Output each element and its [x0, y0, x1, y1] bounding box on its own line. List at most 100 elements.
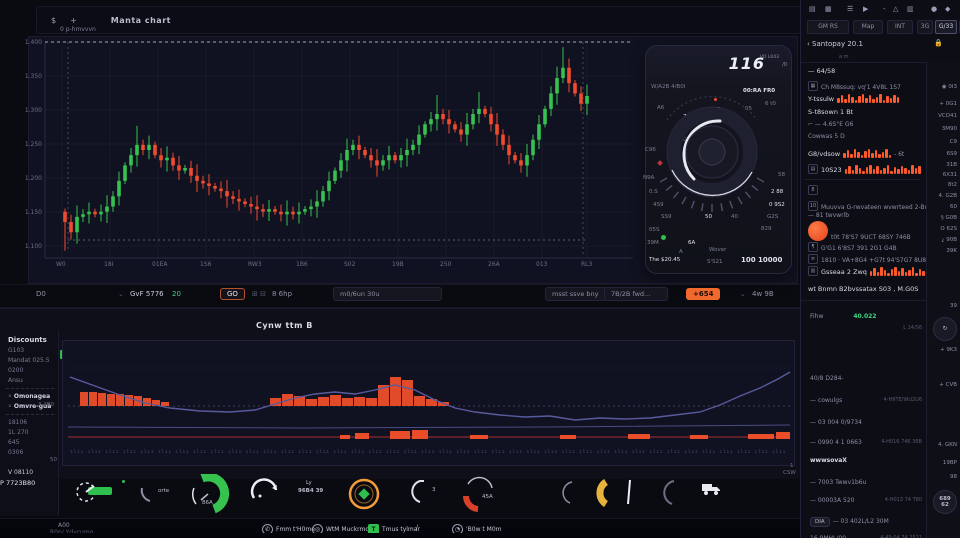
rail-item[interactable]: O 62S — [940, 226, 957, 232]
rail-item[interactable]: 8t2 — [948, 182, 957, 188]
sidebar-item-mandat-025-5[interactable]: Mandat 025.5 — [0, 354, 58, 364]
diamond-icon[interactable]: ◆ — [945, 5, 950, 13]
gauge-big-side: /0 — [782, 62, 787, 68]
order-row[interactable]: ▤10S23 — [808, 164, 921, 174]
bracket-gauge-icon[interactable]: 3 — [410, 474, 446, 514]
rail-item[interactable]: § G0B — [941, 215, 957, 221]
grid-icon[interactable]: ⊞ ⊟ — [252, 290, 266, 298]
rail-item[interactable]: ¿ 90B — [942, 237, 957, 243]
buy-button[interactable]: +654 — [686, 288, 720, 300]
panels-icon[interactable]: ▤ — [809, 5, 816, 13]
menu-icon[interactable]: ☰ — [847, 5, 853, 13]
position-row[interactable]: 40/8 D284- — [810, 375, 922, 382]
order-icon: 10 — [808, 201, 818, 211]
refresh-circle-icon[interactable]: ↻ — [933, 317, 957, 341]
sidebar-item-18106[interactable]: 18106 — [0, 416, 58, 426]
status-item[interactable]: / — [416, 524, 418, 531]
green-gauge-icon[interactable]: 86A — [188, 474, 232, 518]
order-row[interactable]: G8/vdsow- 6t — [808, 148, 904, 158]
order-row[interactable]: Cowwas 5 D — [808, 133, 845, 140]
position-row[interactable]: DIA— 03 402L/L2 30M — [810, 517, 922, 527]
dollar-icon[interactable]: $ — [51, 16, 56, 25]
thin-arc-icon[interactable] — [552, 474, 584, 514]
play-icon[interactable]: ▶ — [863, 5, 868, 13]
rail-item[interactable]: 4. G2B — [938, 193, 957, 199]
order-field-3[interactable]: 7B/2B fwd... — [604, 287, 668, 301]
lower-chart-plot[interactable] — [62, 340, 795, 466]
rail-item[interactable]: VCO41 — [938, 113, 957, 119]
order-row[interactable]: Y-tssulw — [808, 93, 899, 103]
position-row[interactable]: — 0990 4 1 06634-H016 746 36B — [810, 439, 922, 446]
arrow-gauge-icon[interactable] — [74, 474, 118, 514]
rail-item[interactable]: C9 — [950, 139, 957, 145]
rail-item[interactable]: 31B — [946, 162, 957, 168]
filter-button-map[interactable]: Map — [853, 20, 883, 34]
position-row[interactable]: — cowulgs4-H9TE/WU2U6 — [810, 397, 922, 404]
rail-item[interactable]: 4. GKN — [938, 442, 957, 448]
order-row[interactable]: wt Bnmn B2bvssatax S03 , M.G0S — [808, 285, 918, 293]
dia-chip[interactable]: DIA — [810, 517, 830, 527]
chevron-down-icon[interactable]: ⌄ — [740, 290, 746, 298]
dropdown-label[interactable]: 4w 9B — [752, 290, 774, 298]
rec-icon[interactable]: ● — [931, 5, 937, 13]
sidebar-item-g103[interactable]: G103 — [0, 344, 58, 354]
sidebar-item-1l-270[interactable]: 1L 270 — [0, 426, 58, 436]
order-row[interactable]: S-t8sown 1 Bt — [808, 108, 853, 116]
arc-gauge-icon[interactable]: orte — [136, 474, 172, 514]
position-row[interactable]: — 00003A 5204-H013 74 T80 — [810, 497, 922, 504]
rail-item[interactable]: 39K — [946, 248, 957, 254]
rail-item[interactable]: + 0G1 — [939, 101, 957, 107]
rail-item[interactable]: ◉ 0I3 — [942, 84, 957, 90]
filter-button-int[interactable]: INT — [887, 20, 913, 34]
order-field-2[interactable]: msst ssve bny — [545, 287, 607, 301]
order-row[interactable]: ⌐ — 4.6S°E G6 — [808, 121, 853, 128]
sidebar-item-0200[interactable]: 0200 — [0, 364, 58, 374]
rail-item[interactable]: + 9K3 — [940, 347, 957, 353]
sidebar-item-645[interactable]: 645 — [0, 436, 58, 446]
filter-button-3g[interactable]: 3G — [917, 20, 933, 34]
rail-item[interactable]: 19BP — [943, 460, 957, 466]
pair-label[interactable]: GvF 5776 — [130, 290, 164, 298]
rail-badge-circle[interactable]: 68962 — [933, 490, 957, 514]
order-row[interactable]: ▦Ch M8ssuq: vq'1 4V8L 1S7 — [808, 81, 901, 91]
gray-arc-icon[interactable] — [650, 474, 686, 514]
layers-icon[interactable]: ▥ — [907, 5, 914, 13]
rail-item[interactable]: 6S9 — [947, 151, 958, 157]
rail-item[interactable]: 3M90 — [942, 126, 957, 132]
rail-item[interactable]: 98 — [950, 474, 957, 480]
grid-label[interactable]: 8 6hp — [272, 290, 292, 298]
chevron-down-icon[interactable]: ⌄ — [118, 290, 124, 298]
rail-item[interactable]: 6X31 — [943, 172, 957, 178]
order-row[interactable]: ≡1810 · VA+8G4 +G7t 94'S7G7 8U8VB — [808, 254, 934, 264]
dash-icon[interactable]: - — [883, 5, 886, 13]
toolbar-d0[interactable]: D0 — [36, 290, 46, 298]
rail-item[interactable]: + CVB — [939, 382, 957, 388]
order-row[interactable]: ▥Gsseaa 2 Zwq — [808, 266, 925, 276]
yellow-gauge-icon[interactable] — [596, 474, 646, 518]
rail-item[interactable]: 39 — [950, 303, 957, 309]
target-icon[interactable] — [344, 474, 384, 518]
position-row[interactable]: — 03 004 0/9734 — [810, 419, 922, 426]
position-row[interactable]: wwwsovaX — [810, 457, 922, 464]
rail-item[interactable]: 60 — [950, 204, 957, 210]
sidebar-item-omonagea[interactable]: ◦ Omonagea — [0, 390, 58, 400]
order-row[interactable]: ¶G'G1 6'8S7 391 2G1 G4B — [808, 242, 897, 252]
order-row[interactable]: — 64/58 — [808, 67, 835, 75]
triangle-icon[interactable]: △ — [893, 5, 898, 13]
order-row[interactable]: — 81 twvwrlb — [808, 212, 849, 219]
red-gauge-icon[interactable]: 45A — [458, 474, 502, 520]
filter-button-g-33[interactable]: G/33 — [935, 20, 957, 34]
sidebar-item-0306[interactable]: 0306 — [0, 446, 58, 456]
white-arc-gauge-icon[interactable] — [246, 474, 286, 514]
chart-icon[interactable]: ▦ — [825, 5, 832, 13]
filter-button-gm-rs[interactable]: GM RS — [807, 20, 849, 34]
go-button[interactable]: GO — [220, 288, 245, 300]
plus-icon[interactable]: + — [70, 16, 77, 25]
panel-subheader[interactable]: ‹ Santopay 20.1 — [807, 40, 863, 48]
sidebar-item-ansu[interactable]: Ansu — [0, 374, 58, 384]
position-row[interactable]: — 7003 Twwv1b6u — [810, 479, 922, 486]
order-row[interactable]: t0t 78'S7 9UCT 68SY 746B — [808, 221, 911, 241]
order-field-1[interactable]: m0/6un 30u — [333, 287, 442, 301]
order-row[interactable]: 8 — [808, 185, 818, 195]
truck-icon[interactable] — [700, 480, 724, 502]
